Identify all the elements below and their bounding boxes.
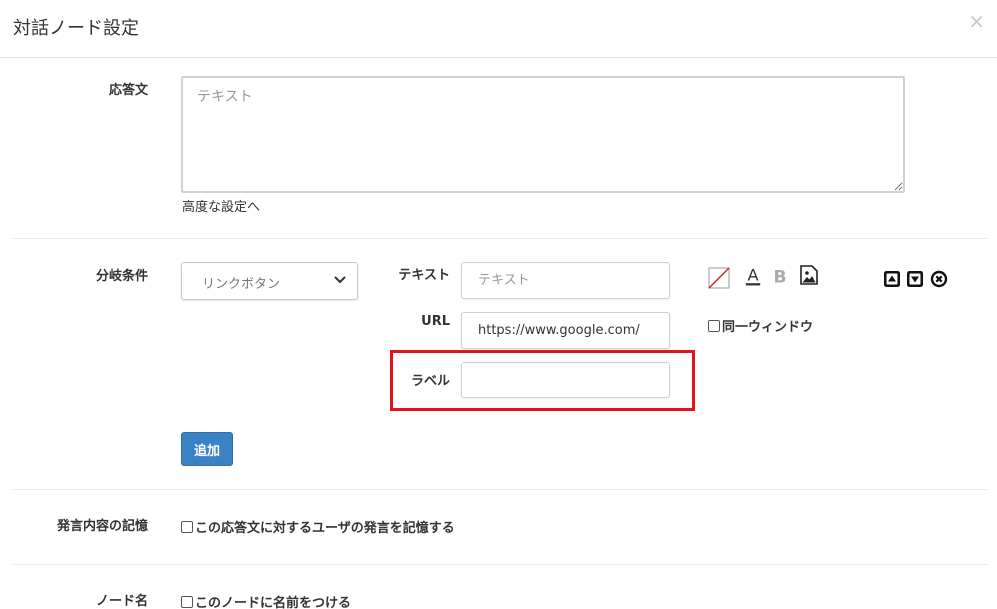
svg-text:A: A xyxy=(747,266,758,285)
no-color-icon[interactable] xyxy=(708,267,730,289)
svg-text:B: B xyxy=(773,267,786,287)
bold-icon[interactable]: B xyxy=(771,264,789,288)
add-button[interactable]: 追加 xyxy=(181,432,233,466)
move-up-icon[interactable] xyxy=(883,270,901,288)
close-icon[interactable]: × xyxy=(968,9,985,33)
node-name-label: ノード名 xyxy=(95,594,148,609)
same-window-checkbox[interactable] xyxy=(708,319,720,332)
dialog-header: 対話ノード設定 × xyxy=(0,0,997,58)
divider xyxy=(13,238,988,239)
branch-type-select[interactable]: リンクボタン xyxy=(181,262,358,300)
same-window-option[interactable]: 同一ウィンドウ xyxy=(708,316,813,335)
memory-checkbox-label: この応答文に対するユーザの発言を記憶する xyxy=(195,521,455,536)
reply-textarea[interactable] xyxy=(181,76,905,193)
node-name-option[interactable]: このノードに名前をつける xyxy=(181,592,351,609)
image-icon[interactable] xyxy=(800,265,818,285)
divider xyxy=(13,489,988,490)
delete-icon[interactable] xyxy=(930,270,948,288)
highlight-box xyxy=(390,350,695,411)
same-window-label: 同一ウィンドウ xyxy=(722,320,814,335)
move-down-icon[interactable] xyxy=(906,270,924,288)
button-text-input[interactable] xyxy=(461,262,670,299)
url-label: URL xyxy=(421,314,450,329)
advanced-settings-link[interactable]: 高度な設定へ xyxy=(182,196,260,215)
dialog-title: 対話ノード設定 xyxy=(13,18,139,39)
font-color-icon[interactable]: A xyxy=(744,264,762,288)
url-input[interactable] xyxy=(461,312,670,349)
node-name-checkbox[interactable] xyxy=(181,595,193,608)
chevron-down-icon xyxy=(334,276,346,284)
branch-type-value: リンクボタン xyxy=(202,277,281,292)
divider xyxy=(13,564,988,565)
node-name-checkbox-label: このノードに名前をつける xyxy=(195,596,352,609)
reply-label: 応答文 xyxy=(108,83,148,98)
branch-label: 分岐条件 xyxy=(95,269,148,284)
memory-checkbox[interactable] xyxy=(181,520,193,533)
memory-option[interactable]: この応答文に対するユーザの発言を記憶する xyxy=(181,517,455,536)
button-text-label: テキスト xyxy=(398,268,450,283)
memory-label: 発言内容の記憶 xyxy=(56,519,148,534)
